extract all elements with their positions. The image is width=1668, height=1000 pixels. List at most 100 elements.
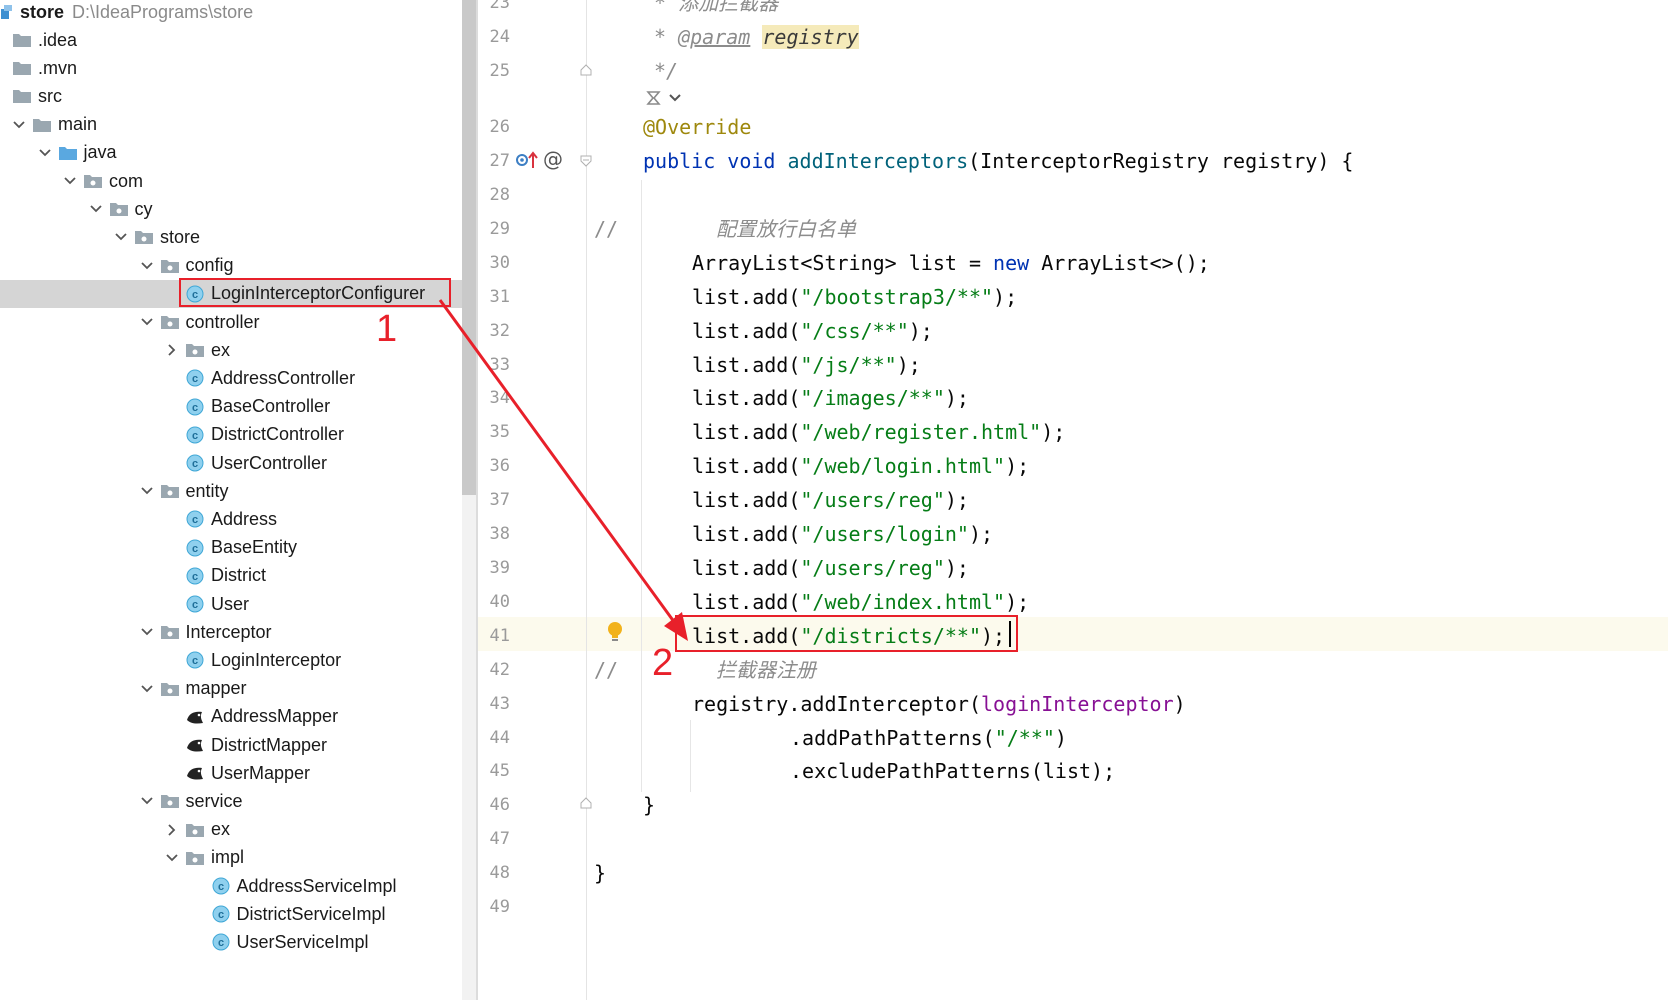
chevron-down-icon[interactable] — [140, 259, 154, 273]
tree-item[interactable]: impl — [0, 844, 462, 872]
line-number: 37 — [489, 490, 510, 510]
code-token: list.add( — [692, 353, 801, 377]
code-line: */ — [654, 54, 678, 88]
tree-item[interactable]: c District — [0, 562, 462, 590]
line-number: 48 — [489, 863, 510, 883]
code-token: (InterceptorRegistry registry) { — [968, 149, 1354, 173]
fold-marker-icon[interactable] — [580, 154, 592, 167]
chevron-down-icon[interactable] — [140, 794, 154, 808]
code-token: ); — [1005, 454, 1030, 478]
code-token: ArrayList<>(); — [1041, 251, 1210, 275]
line-number: 29 — [489, 219, 510, 239]
code-token: list.add( — [692, 420, 801, 444]
package-icon — [160, 792, 180, 810]
tree-item[interactable]: c User — [0, 590, 462, 618]
tree-item[interactable]: c AddressServiceImpl — [0, 872, 462, 900]
at-sign-icon[interactable]: @ — [543, 147, 565, 171]
line-number: 40 — [489, 592, 510, 612]
tree-item[interactable]: ex — [0, 816, 462, 844]
tree-item[interactable]: cy — [0, 195, 462, 223]
tree-item[interactable]: .mvn — [0, 54, 462, 82]
lightbulb-icon[interactable] — [605, 620, 625, 644]
chevron-down-icon[interactable] — [63, 174, 77, 188]
tree-item[interactable]: Interceptor — [0, 618, 462, 646]
package-icon — [185, 821, 205, 839]
tree-item-label: Address — [211, 508, 278, 529]
code-line: @Override — [643, 110, 751, 144]
tree-item[interactable]: c Address — [0, 505, 462, 533]
tree-item[interactable]: main — [0, 111, 462, 139]
root-name: store — [20, 1, 65, 22]
tree-item[interactable]: service — [0, 787, 462, 815]
tree-item[interactable]: AddressMapper — [0, 703, 462, 731]
code-token: ); — [896, 353, 921, 377]
tree-item[interactable]: c AddressController — [0, 364, 462, 392]
line-number: 41 — [489, 626, 510, 646]
code-line: .addPathPatterns("/**") — [790, 721, 1067, 755]
chevron-right-icon[interactable] — [165, 343, 179, 357]
tree-item-label: com — [109, 170, 144, 191]
code-token: "/js/**" — [800, 353, 897, 377]
package-icon — [160, 482, 180, 500]
chevron-down-icon[interactable] — [38, 146, 52, 160]
class-icon: c — [185, 369, 205, 387]
chevron-down-icon[interactable] — [12, 118, 26, 132]
code-line: * 添加拦截器 — [654, 0, 778, 20]
chevron-right-icon[interactable] — [165, 823, 179, 837]
settings-chevron-icon[interactable] — [645, 88, 685, 108]
tree-item[interactable]: DistrictMapper — [0, 731, 462, 759]
line-number: 47 — [489, 829, 510, 849]
code-token: } — [594, 861, 607, 885]
code-token: .addPathPatterns( — [790, 726, 995, 750]
tree-scrollbar-thumb[interactable] — [462, 0, 476, 495]
tree-item[interactable]: c BaseController — [0, 393, 462, 421]
tree-item-label: DistrictController — [211, 424, 345, 445]
code-line: list.add("/js/**"); — [692, 348, 921, 382]
line-number: 24 — [489, 27, 510, 47]
tree-item-label: ex — [211, 339, 231, 360]
tree-item[interactable]: c UserController — [0, 449, 462, 477]
folder-icon — [12, 31, 32, 49]
implements-method-icon[interactable] — [516, 150, 540, 170]
tree-item[interactable]: c LoginInterceptor — [0, 646, 462, 674]
chevron-down-icon[interactable] — [140, 315, 154, 329]
code-line: list.add("/images/**"); — [692, 381, 969, 415]
annotation-label-2: 2 — [652, 642, 674, 684]
chevron-down-icon[interactable] — [165, 851, 179, 865]
line-number: 44 — [489, 728, 510, 748]
code-line: list.add("/css/**"); — [692, 314, 933, 348]
svg-text:c: c — [217, 937, 223, 949]
tree-item[interactable]: c BaseEntity — [0, 534, 462, 562]
tree-item[interactable]: .idea — [0, 26, 462, 54]
chevron-down-icon[interactable] — [140, 484, 154, 498]
tree-item[interactable]: store — [0, 223, 462, 251]
package-icon — [185, 849, 205, 867]
tree-item[interactable]: c UserServiceImpl — [0, 928, 462, 956]
code-token: "/users/reg" — [800, 556, 945, 580]
tree-item[interactable]: mapper — [0, 675, 462, 703]
root-path: D:\IdeaPrograms\store — [72, 1, 254, 22]
code-line: list.add("/users/reg"); — [692, 483, 969, 517]
tree-item[interactable]: src — [0, 82, 462, 110]
tree-item-label: User — [211, 593, 250, 614]
fold-marker-icon[interactable] — [580, 63, 592, 76]
code-line: public void addInterceptors(InterceptorR… — [643, 144, 1353, 178]
chevron-down-icon[interactable] — [89, 202, 103, 216]
fold-marker-icon[interactable] — [580, 796, 592, 809]
tree-item[interactable]: entity — [0, 477, 462, 505]
tree-root[interactable]: store D:\IdeaPrograms\store — [0, 0, 462, 26]
chevron-down-icon[interactable] — [140, 682, 154, 696]
package-icon — [160, 313, 180, 331]
class-icon: c — [211, 933, 231, 951]
chevron-down-icon[interactable] — [114, 230, 128, 244]
tree-item[interactable]: c DistrictServiceImpl — [0, 900, 462, 928]
tree-item-label: main — [58, 114, 98, 135]
package-icon — [185, 341, 205, 359]
tree-item[interactable]: UserMapper — [0, 759, 462, 787]
chevron-down-icon[interactable] — [140, 625, 154, 639]
tree-item-label: LoginInterceptor — [211, 649, 342, 670]
tree-item[interactable]: java — [0, 139, 462, 167]
tree-item[interactable]: c DistrictController — [0, 421, 462, 449]
tree-item[interactable]: com — [0, 167, 462, 195]
tree-item[interactable]: config — [0, 252, 462, 280]
